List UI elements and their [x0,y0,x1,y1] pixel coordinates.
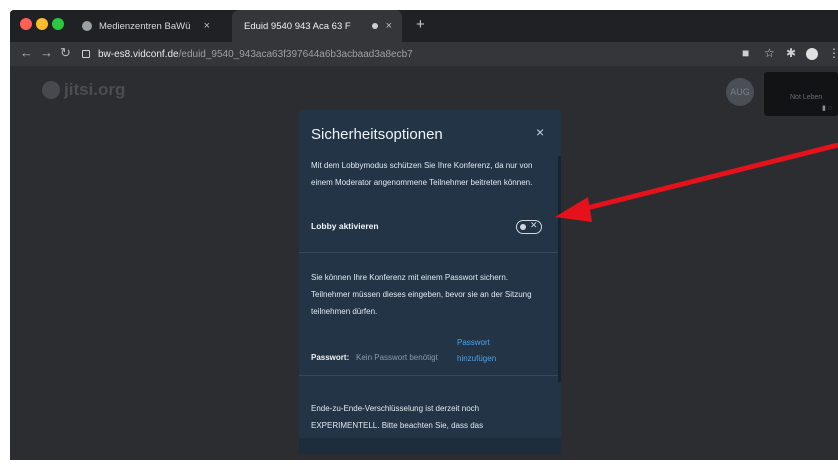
arrow-head [555,197,592,222]
arrow-shaft [574,142,838,214]
annotation-arrow [555,142,838,222]
